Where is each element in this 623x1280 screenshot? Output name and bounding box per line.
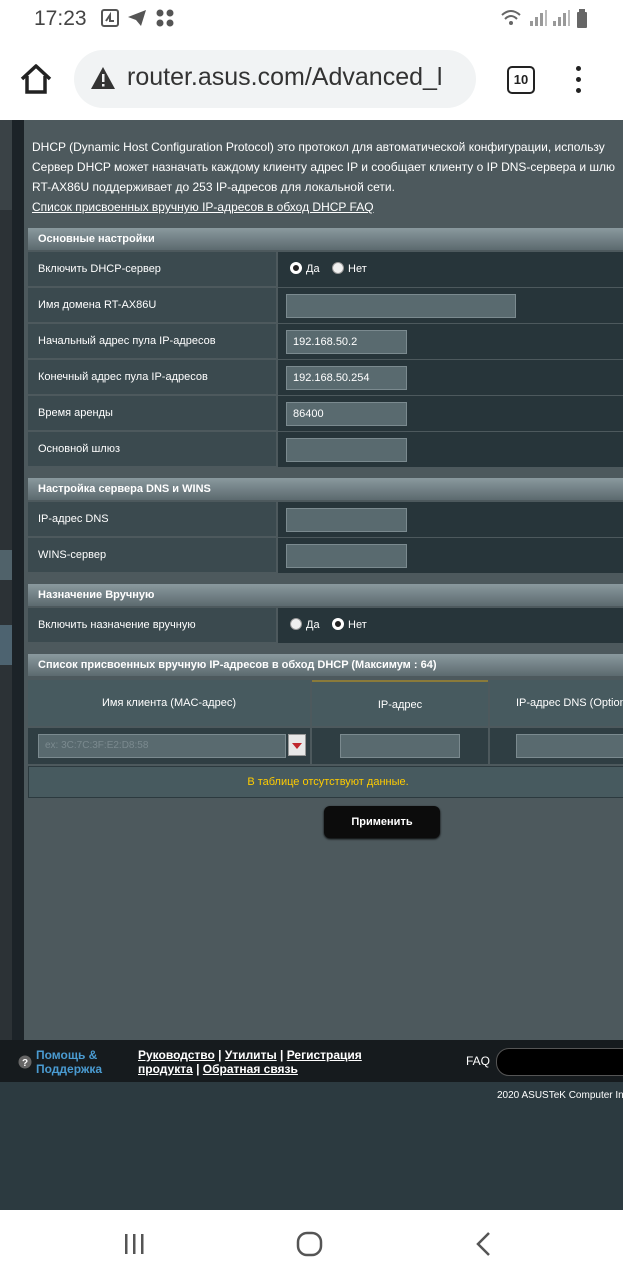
registration-link[interactable]: Регистрация — [287, 1048, 362, 1062]
row-gateway: Основной шлюз — [28, 432, 623, 468]
wins-label: WINS-сервер — [28, 538, 276, 573]
description-line-1: DHCP (Dynamic Host Configuration Protoco… — [32, 140, 605, 154]
manual-yes-label: Да — [306, 619, 320, 631]
tab-count-button[interactable]: 10 — [507, 66, 535, 94]
copyright-bar: 2020 ASUSTeK Computer In — [0, 1082, 623, 1210]
svg-text:?: ? — [22, 1058, 28, 1069]
footer-links: Руководство | Утилиты | Регистрация прод… — [138, 1048, 362, 1076]
enable-dhcp-value: Да Нет — [278, 252, 623, 288]
row-dns: IP-адрес DNS — [28, 502, 623, 538]
empty-table-message: В таблице отсутствуют данные. — [28, 766, 623, 798]
footer: ? Помощь & Поддержка Руководство | Утили… — [0, 1040, 623, 1082]
manual-no-radio[interactable] — [332, 618, 344, 630]
utils-link[interactable]: Утилиты — [225, 1048, 277, 1062]
url-text[interactable]: router.asus.com/Advanced_l — [127, 63, 442, 92]
apply-button[interactable]: Применить — [324, 806, 440, 838]
signal-icon-2 — [553, 10, 570, 26]
manual-yes-radio[interactable] — [290, 618, 302, 630]
row-enable-dhcp: Включить DHCP-сервер Да Нет — [28, 252, 623, 288]
dns-input[interactable] — [286, 508, 407, 532]
col-header-ip: IP-адрес — [312, 680, 488, 726]
start-ip-input[interactable]: 192.168.50.2 — [286, 330, 407, 354]
dhcp-yes-radio[interactable] — [290, 262, 302, 274]
row-lease: Время аренды 86400 — [28, 396, 623, 432]
description-line-3: RT-AX86U поддерживает до 253 IP-адресов … — [32, 180, 395, 194]
domain-label: Имя домена RT-AX86U — [28, 288, 276, 323]
wifi-icon — [501, 10, 521, 25]
end-ip-label: Конечный адрес пула IP-адресов — [28, 360, 276, 395]
col-header-dns: IP-адрес DNS (Option — [490, 680, 623, 726]
status-time: 17:23 — [34, 7, 87, 30]
nav-segment[interactable] — [0, 550, 12, 580]
router-page: DHCP (Dynamic Host Configuration Protoco… — [0, 120, 623, 1210]
lease-input[interactable]: 86400 — [286, 402, 407, 426]
faq-link[interactable]: Список присвоенных вручную IP-адресов в … — [32, 200, 374, 214]
row-domain: Имя домена RT-AX86U — [28, 288, 623, 324]
manual-no-label: Нет — [348, 619, 367, 631]
col-header-client: Имя клиента (MAC-адрес) — [28, 680, 310, 726]
client-cell: ex: 3C:7C:3F:E2:D8:58 — [28, 728, 310, 764]
faq-label: FAQ — [466, 1054, 491, 1068]
registration-link-2[interactable]: продукта — [138, 1062, 193, 1076]
gateway-label: Основной шлюз — [28, 432, 276, 467]
help-support-link[interactable]: Помощь & Поддержка — [36, 1048, 102, 1076]
telegram-icon — [128, 10, 146, 26]
list-dns-input[interactable] — [516, 734, 623, 758]
manual-enable-label: Включить назначение вручную — [28, 608, 276, 643]
description-line-2: Сервер DHCP может назначать каждому клие… — [32, 160, 616, 174]
dhcp-no-radio[interactable] — [332, 262, 344, 274]
manual-link[interactable]: Руководство — [138, 1048, 215, 1062]
section-basic-header: Основные настройки — [28, 228, 623, 250]
ip-cell — [312, 728, 488, 764]
back-icon[interactable] — [474, 1231, 494, 1257]
home-icon[interactable] — [18, 61, 54, 97]
menu-dots-icon[interactable] — [574, 66, 582, 94]
row-end-ip: Конечный адрес пула IP-адресов 192.168.5… — [28, 360, 623, 396]
faq-search-input[interactable] — [496, 1048, 623, 1076]
signal-icon — [530, 10, 547, 26]
nav-segment-active[interactable] — [0, 625, 12, 665]
browser-toolbar: router.asus.com/Advanced_l 10 — [0, 40, 623, 120]
mac-input[interactable]: ex: 3C:7C:3F:E2:D8:58 — [38, 734, 286, 758]
end-ip-input[interactable]: 192.168.50.254 — [286, 366, 407, 390]
app-dots-icon — [156, 9, 174, 27]
row-start-ip: Начальный адрес пула IP-адресов 192.168.… — [28, 324, 623, 360]
battery-icon — [577, 9, 587, 28]
lease-label: Время аренды — [28, 396, 276, 431]
left-nav — [0, 120, 12, 1040]
row-wins: WINS-сервер — [28, 538, 623, 574]
copyright-text: 2020 ASUSTeK Computer In — [497, 1090, 623, 1101]
main-content: DHCP (Dynamic Host Configuration Protoco… — [24, 120, 623, 1040]
address-bar[interactable]: router.asus.com/Advanced_l — [74, 50, 476, 108]
dns-cell — [490, 728, 623, 764]
domain-input[interactable] — [286, 294, 516, 318]
start-ip-label: Начальный адрес пула IP-адресов — [28, 324, 276, 359]
nav-segment[interactable] — [0, 120, 12, 210]
notification-icon — [101, 9, 119, 27]
gateway-input[interactable] — [286, 438, 407, 462]
recent-apps-icon[interactable] — [122, 1232, 148, 1256]
home-nav-icon[interactable] — [296, 1231, 324, 1257]
section-manual-header: Назначение Вручную — [28, 584, 623, 606]
section-dns-header: Настройка сервера DNS и WINS — [28, 478, 623, 500]
dropdown-arrow-icon[interactable] — [288, 734, 306, 756]
warning-icon[interactable] — [90, 66, 116, 90]
dhcp-yes-label: Да — [306, 263, 320, 275]
row-manual-enable: Включить назначение вручную Да Нет — [28, 608, 623, 644]
help-icon[interactable]: ? — [18, 1055, 32, 1069]
ip-input[interactable] — [340, 734, 460, 758]
status-bar: 17:23 — [0, 0, 623, 40]
feedback-link[interactable]: Обратная связь — [203, 1062, 298, 1076]
dhcp-no-label: Нет — [348, 263, 367, 275]
android-nav-bar — [0, 1210, 623, 1280]
section-list-header: Список присвоенных вручную IP-адресов в … — [28, 654, 623, 676]
enable-dhcp-label: Включить DHCP-сервер — [28, 252, 276, 287]
dns-label: IP-адрес DNS — [28, 502, 276, 537]
wins-input[interactable] — [286, 544, 407, 568]
